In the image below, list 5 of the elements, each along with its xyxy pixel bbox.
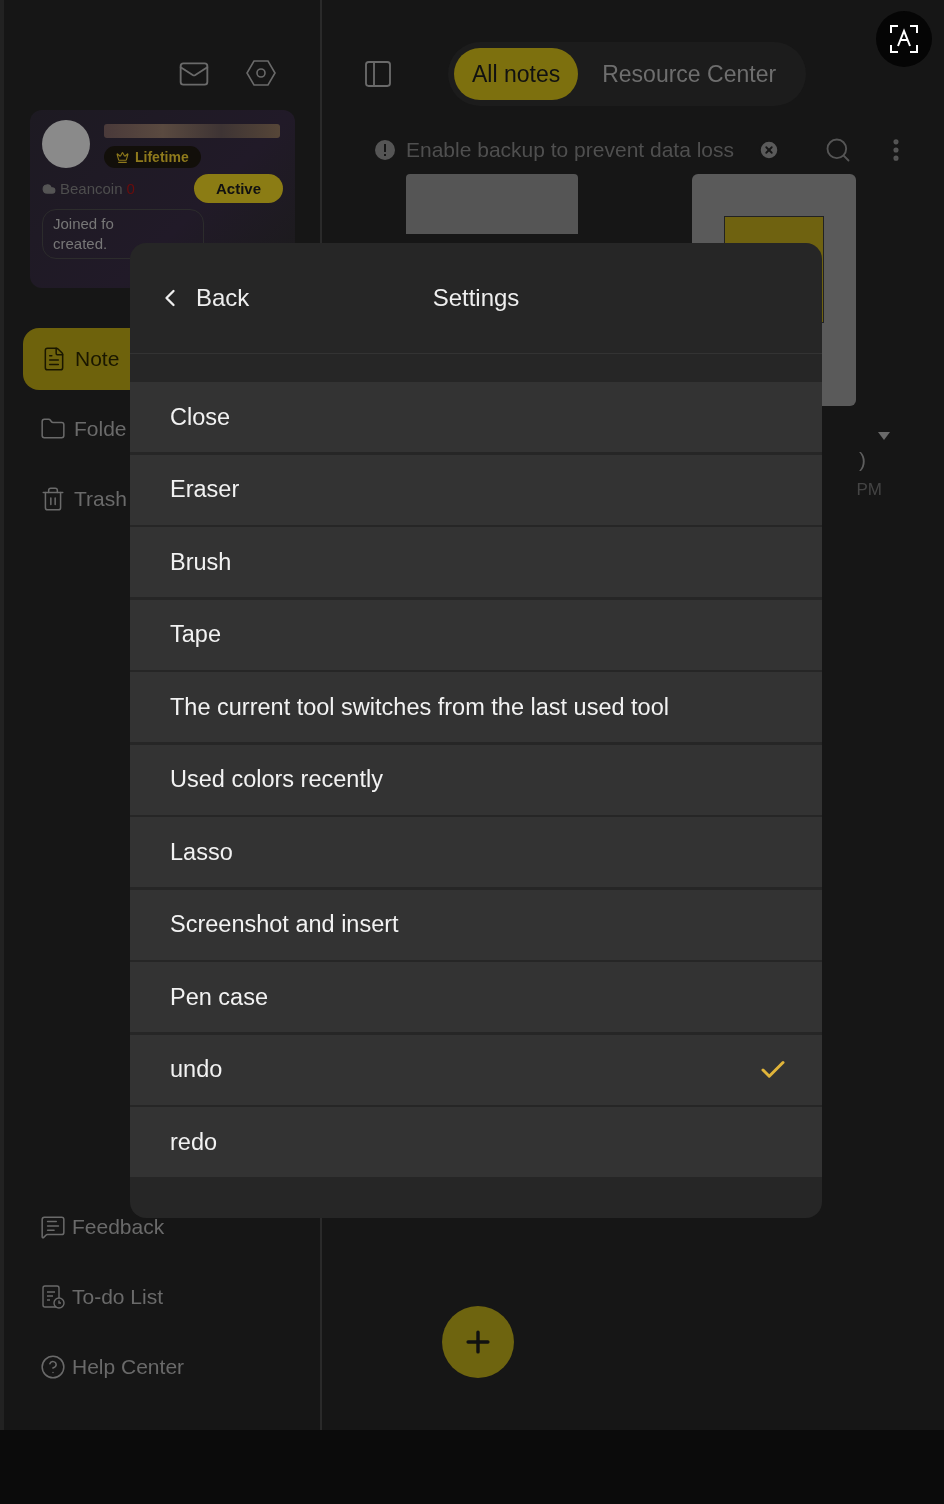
lifetime-badge: Lifetime [104,146,201,168]
beancoin-count: 0 [126,180,135,197]
backup-banner-text: Enable backup to prevent data loss [406,138,735,162]
dialog-title: Settings [432,284,520,312]
note-title: ) [859,448,866,472]
